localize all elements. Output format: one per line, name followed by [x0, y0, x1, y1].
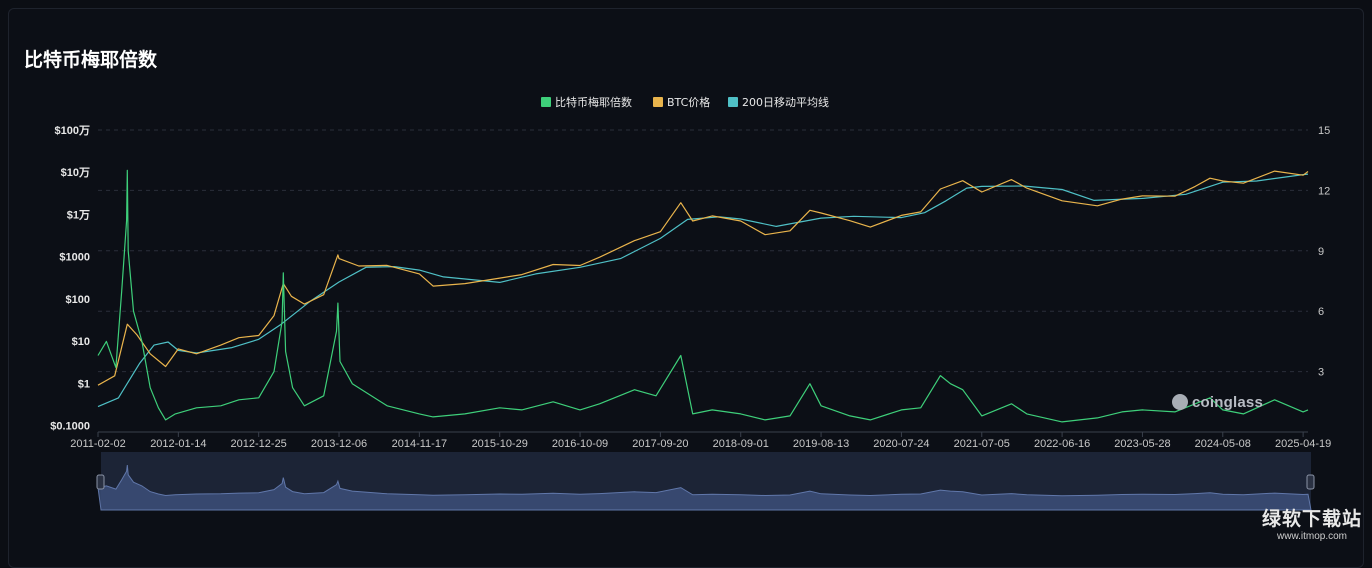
x-tick-label: 2013-12-06 [311, 438, 367, 450]
zoom-slider[interactable] [96, 452, 1315, 511]
right-tick-label: 6 [1318, 306, 1324, 318]
legend-label: BTC价格 [667, 95, 710, 109]
x-tick-label: 2019-08-13 [793, 438, 849, 450]
watermark-text: coinglass [1192, 394, 1263, 411]
chart-svg[interactable]: $0.1000 $1 $10 $100 $1000 $1万 $10万 $100万 3 6 9 12 1… [0, 0, 1372, 557]
legend-label: 比特币梅耶倍数 [555, 95, 632, 109]
legend-label: 200日移动平均线 [742, 95, 829, 109]
right-tick-label: 3 [1318, 367, 1324, 379]
x-axis: 2011-02-02 2012-01-14 2012-12-25 2013-12-06… [70, 432, 1331, 450]
left-axis: $0.1000 $1 $10 $100 $1000 $1万 $10万 $100万 [50, 124, 90, 432]
left-tick-label: $100万 [55, 124, 90, 137]
x-tick-label: 2018-09-01 [713, 438, 769, 450]
zoom-handle-left[interactable] [96, 474, 105, 490]
legend-item[interactable]: 200日移动平均线 [728, 95, 829, 109]
x-tick-label: 2012-01-14 [150, 438, 206, 450]
x-tick-label: 2011-02-02 [70, 438, 125, 450]
x-tick-label: 2022-06-16 [1034, 438, 1090, 450]
series-line-btc-price [97, 170, 1309, 386]
series-line-ma200 [97, 173, 1309, 408]
grid-lines [98, 129, 1308, 433]
right-tick-label: 12 [1318, 185, 1330, 197]
x-tick-label: 2025-04-19 [1275, 438, 1331, 450]
left-tick-label: $10 [72, 336, 90, 348]
left-tick-label: $100 [66, 294, 90, 306]
left-tick-label: $10万 [61, 166, 90, 179]
legend-swatch [653, 97, 663, 107]
legend[interactable]: 比特币梅耶倍数 BTC价格 200日移动平均线 [541, 95, 829, 109]
zoom-handle-right[interactable] [1306, 474, 1315, 490]
left-tick-label: $1 [78, 378, 90, 390]
x-tick-label: 2016-10-09 [552, 438, 608, 450]
coinglass-logo-icon [1172, 394, 1188, 410]
x-tick-label: 2014-11-17 [392, 438, 447, 450]
x-tick-label: 2015-10-29 [472, 438, 528, 450]
x-tick-label: 2020-07-24 [873, 438, 929, 450]
legend-item[interactable]: 比特币梅耶倍数 [541, 95, 632, 109]
left-tick-label: $1000 [59, 252, 90, 264]
x-tick-label: 2017-09-20 [632, 438, 688, 450]
x-tick-label: 2023-05-28 [1114, 438, 1170, 450]
legend-swatch [541, 97, 551, 107]
left-tick-label: $1万 [67, 208, 90, 221]
legend-item[interactable]: BTC价格 [653, 95, 710, 109]
legend-swatch [728, 97, 738, 107]
x-tick-label: 2021-07-05 [954, 438, 1010, 450]
series-group [97, 169, 1309, 423]
x-tick-label: 2024-05-08 [1195, 438, 1251, 450]
left-tick-label: $0.1000 [50, 420, 90, 432]
site-watermark: 绿软下载站 www.itmop.com [1262, 504, 1362, 542]
site-watermark-name: 绿软下载站 [1262, 508, 1363, 530]
x-tick-label: 2012-12-25 [231, 438, 287, 450]
coinglass-watermark: coinglass [1172, 394, 1263, 411]
right-tick-label: 15 [1318, 125, 1330, 137]
right-tick-label: 9 [1318, 246, 1324, 258]
site-watermark-url: www.itmop.com [1277, 531, 1348, 542]
right-axis: 3 6 9 12 15 [1318, 125, 1330, 379]
